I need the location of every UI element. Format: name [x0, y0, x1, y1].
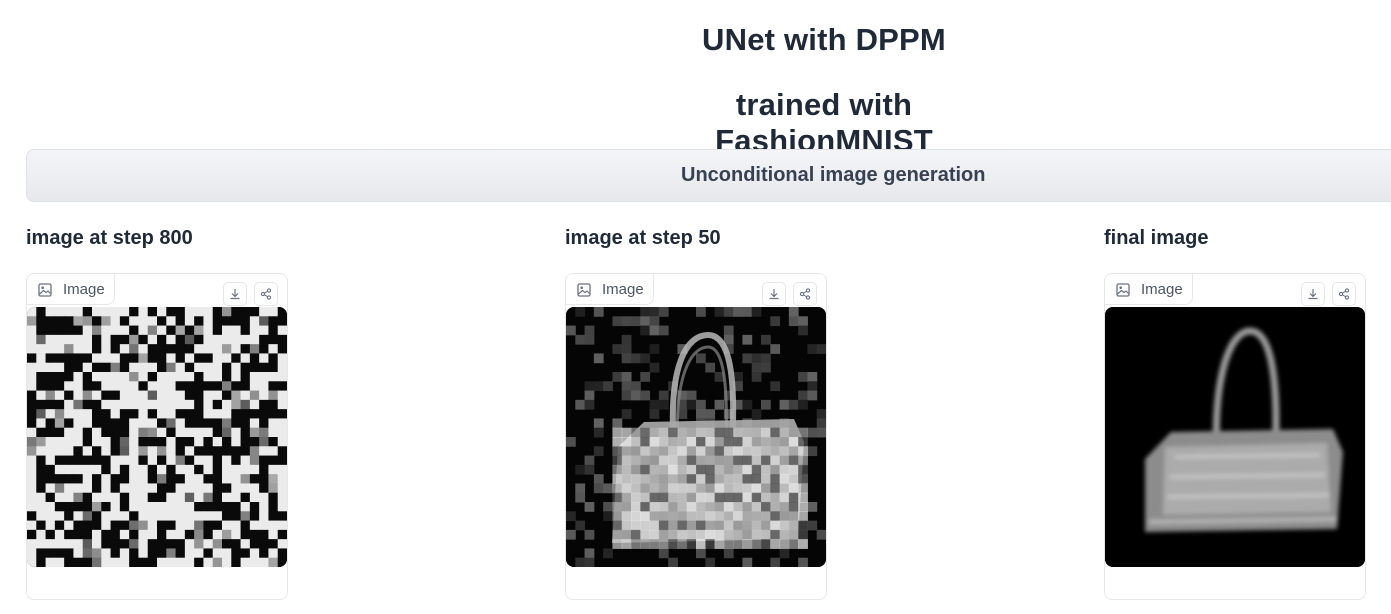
- download-button[interactable]: [762, 282, 786, 306]
- page-title: UNet with DPPM: [702, 22, 946, 57]
- share-button[interactable]: [254, 282, 278, 306]
- handbag-image-step-50: [566, 307, 826, 567]
- step-800-image-panel: Image: [26, 273, 288, 600]
- noise-pattern: [27, 307, 287, 567]
- step-50-label: image at step 50: [565, 227, 721, 249]
- final-image-panel: Image: [1104, 273, 1366, 600]
- download-icon: [1308, 289, 1318, 300]
- download-icon: [230, 289, 240, 300]
- image-tag-label: Image: [1141, 281, 1183, 298]
- share-button[interactable]: [1332, 282, 1356, 306]
- image-icon: [577, 283, 591, 297]
- noise-image-step-800: [27, 307, 287, 567]
- handbag-final-image: [1105, 307, 1365, 567]
- download-icon: [769, 289, 779, 300]
- final-image-label: final image: [1104, 227, 1209, 249]
- share-icon: [799, 288, 811, 300]
- image-tag: Image: [1105, 274, 1193, 305]
- image-tag: Image: [566, 274, 654, 305]
- step-800-label: image at step 800: [26, 227, 193, 249]
- generate-button-label: Unconditional image generation: [681, 164, 986, 186]
- step-50-image-panel: Image: [565, 273, 827, 600]
- unconditional-generation-button[interactable]: Unconditional image generation: [26, 149, 1391, 202]
- image-icon: [38, 283, 52, 297]
- generated-handbag: [1105, 307, 1365, 567]
- noisy-handbag: [566, 307, 826, 567]
- share-icon: [1338, 288, 1350, 300]
- image-tag-label: Image: [63, 281, 105, 298]
- share-icon: [260, 288, 272, 300]
- image-tag-label: Image: [602, 281, 644, 298]
- image-tag: Image: [27, 274, 115, 305]
- download-button[interactable]: [1301, 282, 1325, 306]
- download-button[interactable]: [223, 282, 247, 306]
- share-button[interactable]: [793, 282, 817, 306]
- image-icon: [1116, 283, 1130, 297]
